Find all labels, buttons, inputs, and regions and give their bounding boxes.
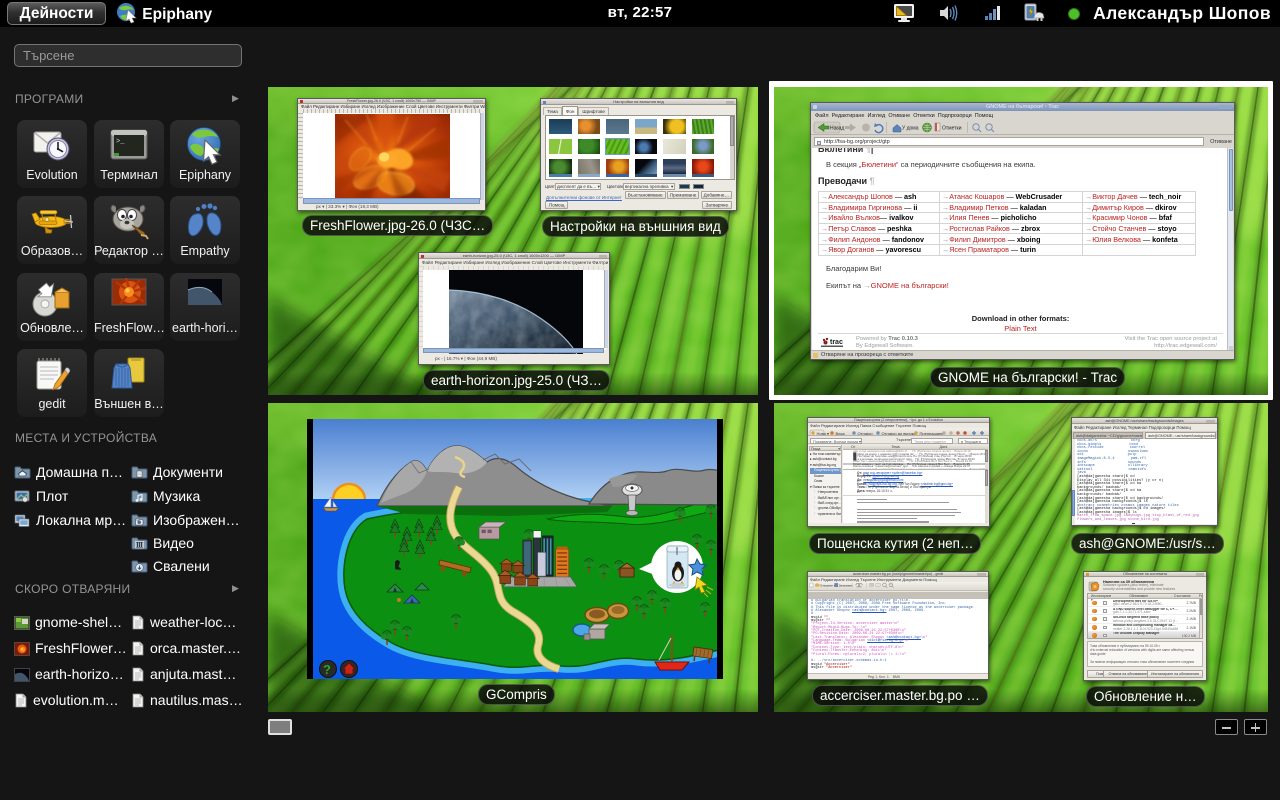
svg-text:Отваряне ▾: Отваряне ▾ — [820, 584, 836, 588]
svg-text:▾: ▾ — [835, 126, 837, 131]
svg-text:>_: >_ — [116, 138, 125, 146]
svg-text:trac: trac — [830, 339, 843, 346]
svg-text:Назад: Назад — [830, 126, 844, 132]
svg-text:Запазване: Запазване — [839, 584, 853, 588]
svg-text:У дома: У дома — [902, 126, 919, 132]
svg-text:?: ? — [323, 662, 331, 677]
svg-text:Отметки: Отметки — [942, 126, 962, 132]
